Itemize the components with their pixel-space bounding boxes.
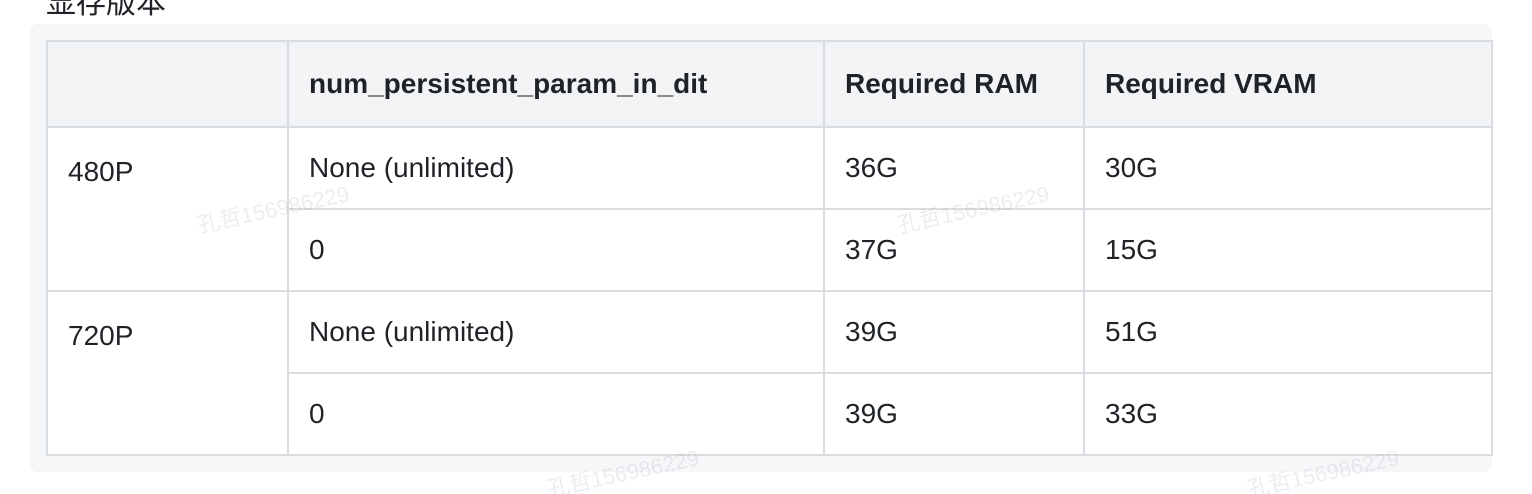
param-cell: None (unlimited) — [287, 290, 825, 374]
header-resolution — [46, 40, 289, 128]
header-required-ram: Required RAM — [823, 40, 1085, 128]
param-cell: 0 — [287, 208, 825, 292]
ram-cell: 39G — [823, 372, 1085, 456]
param-cell: None (unlimited) — [287, 126, 825, 210]
header-required-vram: Required VRAM — [1083, 40, 1493, 128]
table-header-row: num_persistent_param_in_dit Required RAM… — [46, 40, 1493, 128]
table-row: 480P None (unlimited) 36G 30G — [46, 126, 1493, 292]
param-cell: 0 — [287, 372, 825, 456]
ram-cell: 37G — [823, 208, 1085, 292]
ram-cell: 39G — [823, 290, 1085, 374]
section-heading: 显存版本 — [46, 0, 166, 20]
ram-cell: 36G — [823, 126, 1085, 210]
document-view: 显存版本 num_persistent_param_in_dit Require… — [0, 0, 1532, 494]
resolution-cell: 480P — [46, 126, 289, 292]
header-num-persistent-param: num_persistent_param_in_dit — [287, 40, 825, 128]
vram-cell: 33G — [1083, 372, 1493, 456]
vram-cell: 51G — [1083, 290, 1493, 374]
table-row: 720P None (unlimited) 39G 51G — [46, 290, 1493, 456]
memory-requirements-table: num_persistent_param_in_dit Required RAM… — [46, 40, 1493, 456]
vram-cell: 30G — [1083, 126, 1493, 210]
resolution-cell: 720P — [46, 290, 289, 456]
vram-cell: 15G — [1083, 208, 1493, 292]
